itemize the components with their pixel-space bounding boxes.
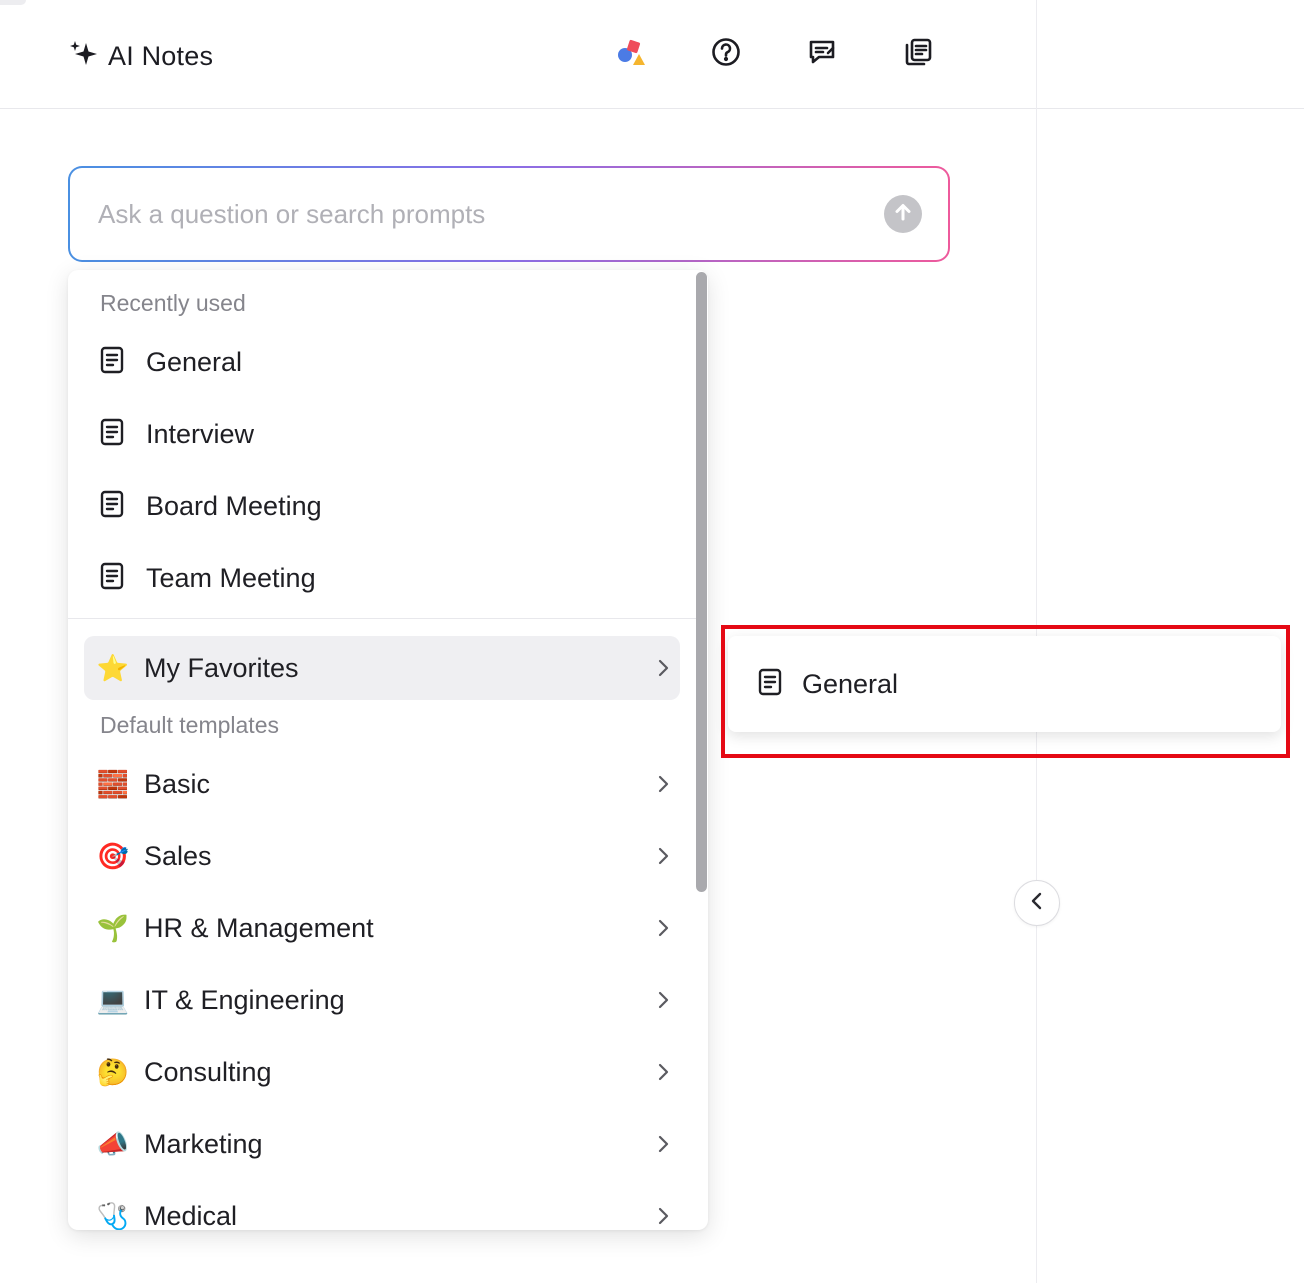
notes-copy-icon [902,36,934,73]
recent-item-board-meeting[interactable]: Board Meeting [84,474,680,538]
favorites-item[interactable]: ⭐ My Favorites [84,636,680,700]
feedback-button[interactable] [804,36,840,72]
search-input[interactable] [96,197,884,231]
document-icon [98,417,126,452]
item-label: My Favorites [144,652,299,683]
chevron-right-icon [656,1134,670,1154]
arrow-up-icon [892,201,914,228]
chevron-right-icon [656,1206,670,1226]
template-item-consulting[interactable]: 🤔 Consulting [84,1040,680,1104]
recent-item-team-meeting[interactable]: Team Meeting [84,546,680,610]
sparkle-icon [68,38,100,75]
item-label: Board Meeting [146,490,322,521]
item-label: General [802,668,899,699]
shapes-button[interactable] [612,36,648,72]
megaphone-icon: 📣 [96,1129,130,1159]
item-label: General [146,346,243,377]
template-item-marketing[interactable]: 📣 Marketing [84,1112,680,1176]
item-label: Medical [144,1200,238,1231]
template-item-it-engineering[interactable]: 💻 IT & Engineering [84,968,680,1032]
prompt-dropdown: Recently used General Interview Board Me… [68,270,708,1230]
recent-item-general[interactable]: General [84,330,680,394]
section-label-default: Default templates [100,712,279,738]
search-box [68,166,950,262]
chevron-left-icon [1029,891,1045,916]
app-title: AI Notes [68,38,213,75]
favorites-submenu-item-general[interactable]: General [728,636,1281,732]
recent-item-interview[interactable]: Interview [84,402,680,466]
document-icon [98,489,126,524]
seedling-icon: 🌱 [96,913,130,943]
document-icon [98,345,126,380]
header-divider [1037,108,1304,109]
item-label: Consulting [144,1056,272,1087]
bricks-icon: 🧱 [96,769,130,799]
help-button[interactable] [708,36,744,72]
target-icon: 🎯 [96,841,130,871]
chevron-right-icon [656,1062,670,1082]
item-label: Sales [144,840,212,871]
shapes-icon [614,36,646,73]
help-icon [710,36,742,73]
search-box-inner [70,168,948,260]
star-icon: ⭐ [96,653,130,683]
section-label-recent: Recently used [100,290,246,316]
thinking-face-icon: 🤔 [96,1057,130,1087]
template-item-basic[interactable]: 🧱 Basic [84,752,680,816]
item-label: Basic [144,768,211,799]
send-button[interactable] [884,195,922,233]
feedback-icon [806,36,838,73]
item-label: IT & Engineering [144,984,345,1015]
template-item-sales[interactable]: 🎯 Sales [84,824,680,888]
laptop-icon: 💻 [96,985,130,1015]
chevron-right-icon [656,774,670,794]
template-item-medical[interactable]: 🩺 Medical [84,1184,680,1230]
chevron-right-icon [656,990,670,1010]
scrollbar-thumb[interactable] [696,272,707,892]
item-label: HR & Management [144,912,374,943]
document-icon [756,667,784,702]
app-title-text: AI Notes [108,41,214,71]
notes-copy-button[interactable] [900,36,936,72]
chevron-right-icon [656,846,670,866]
item-label: Interview [146,418,255,449]
section-divider [68,618,696,619]
chevron-right-icon [656,658,670,678]
item-label: Team Meeting [146,562,316,593]
item-label: Marketing [144,1128,263,1159]
document-icon [98,561,126,596]
chevron-right-icon [656,918,670,938]
stethoscope-icon: 🩺 [96,1201,130,1230]
template-item-hr-management[interactable]: 🌱 HR & Management [84,896,680,960]
collapse-panel-button[interactable] [1014,880,1060,926]
